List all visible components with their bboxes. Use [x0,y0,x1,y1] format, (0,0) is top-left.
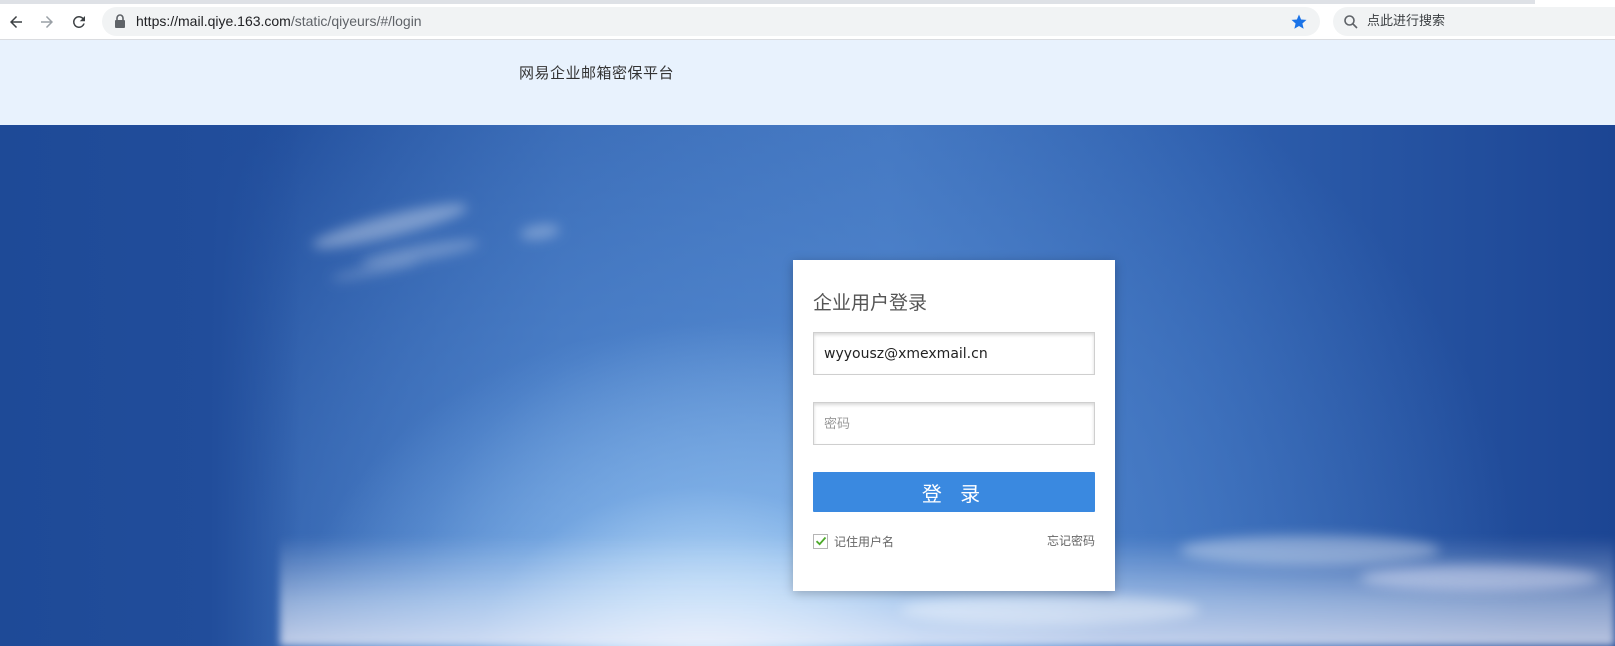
hero-left-shade [0,125,300,646]
url-text: https://mail.qiye.163.com/static/qiyeurs… [136,7,422,36]
login-title: 企业用户登录 [813,292,928,314]
back-button[interactable] [4,10,28,34]
star-icon[interactable] [1290,13,1308,31]
username-input[interactable] [814,333,1094,374]
login-button[interactable]: 登 录 [813,472,1095,512]
search-box[interactable]: 点此进行搜索 [1333,7,1615,36]
search-placeholder: 点此进行搜索 [1367,14,1446,29]
remember-checkbox[interactable] [813,533,828,549]
username-field[interactable] [813,332,1095,375]
lock-icon [115,14,125,28]
cloud [900,595,1200,625]
url-host: https://mail.qiye.163.com [136,13,291,29]
reload-icon [72,15,85,28]
forgot-password-link[interactable]: 忘记密码 [1047,532,1095,550]
checkmark-icon [815,536,826,546]
remember-username[interactable]: 记住用户名 [813,532,894,550]
password-input[interactable] [814,403,1094,444]
reload-button[interactable] [67,10,91,34]
forward-arrow-icon [41,16,53,28]
forward-button[interactable] [35,10,59,34]
cloud [1360,565,1600,591]
page-header: 网易企业邮箱密保平台 [0,40,1615,125]
cloud [519,222,561,242]
browser-toolbar: https://mail.qiye.163.com/static/qiyeurs… [0,4,1615,40]
back-arrow-icon [10,16,22,28]
login-card: 企业用户登录 登 录 记住用户名 忘记密码 [793,260,1115,591]
cloud [1180,535,1440,565]
address-bar[interactable]: https://mail.qiye.163.com/static/qiyeurs… [102,7,1320,36]
url-path: /static/qiyeurs/#/login [290,13,422,29]
remember-label: 记住用户名 [834,534,895,549]
password-field[interactable] [813,402,1095,445]
site-title: 网易企业邮箱密保平台 [519,64,675,82]
search-icon [1344,15,1358,29]
